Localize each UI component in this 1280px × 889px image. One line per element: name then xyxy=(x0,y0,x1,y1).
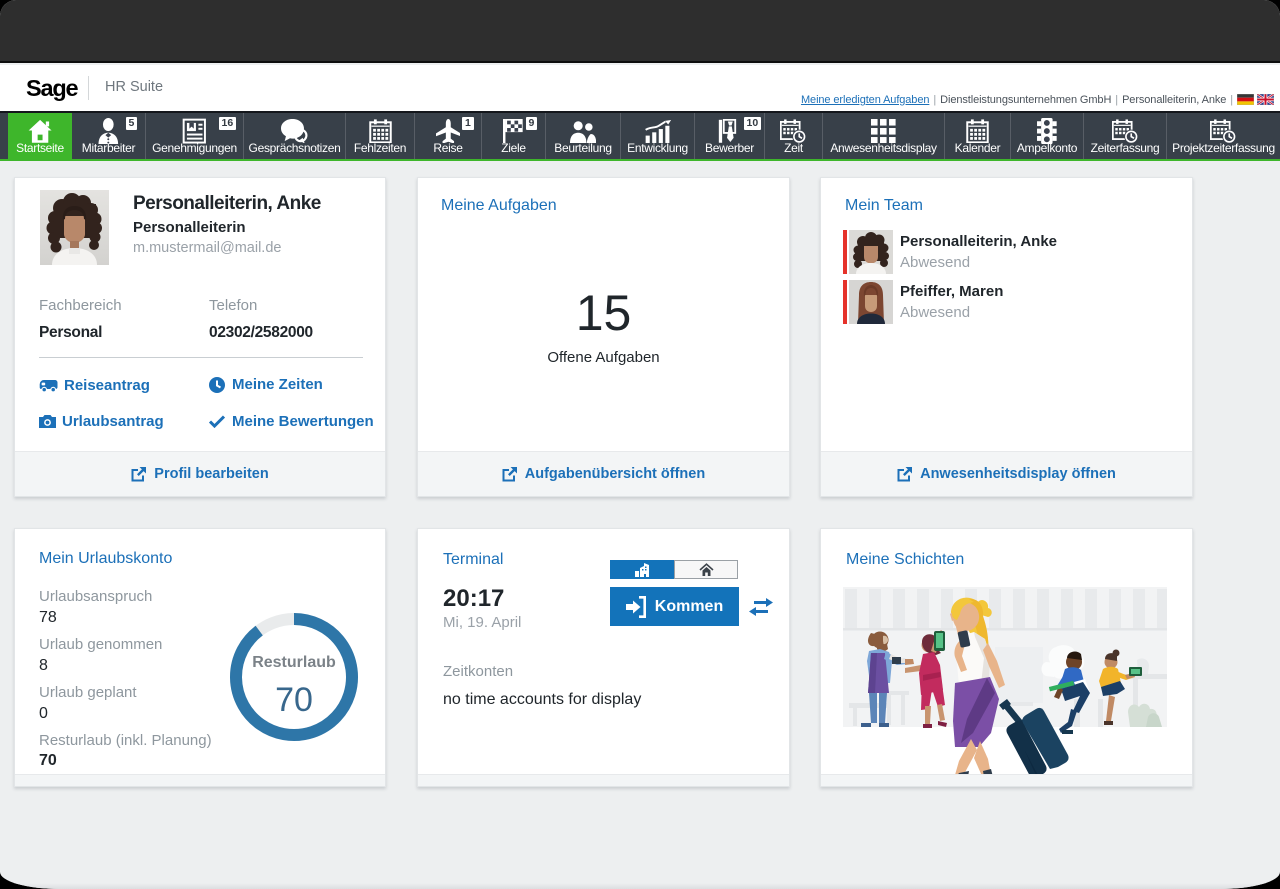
svg-text:Sage: Sage xyxy=(26,75,78,101)
svg-text:Resturlaub: Resturlaub xyxy=(252,654,336,671)
svg-text:70: 70 xyxy=(275,681,313,719)
